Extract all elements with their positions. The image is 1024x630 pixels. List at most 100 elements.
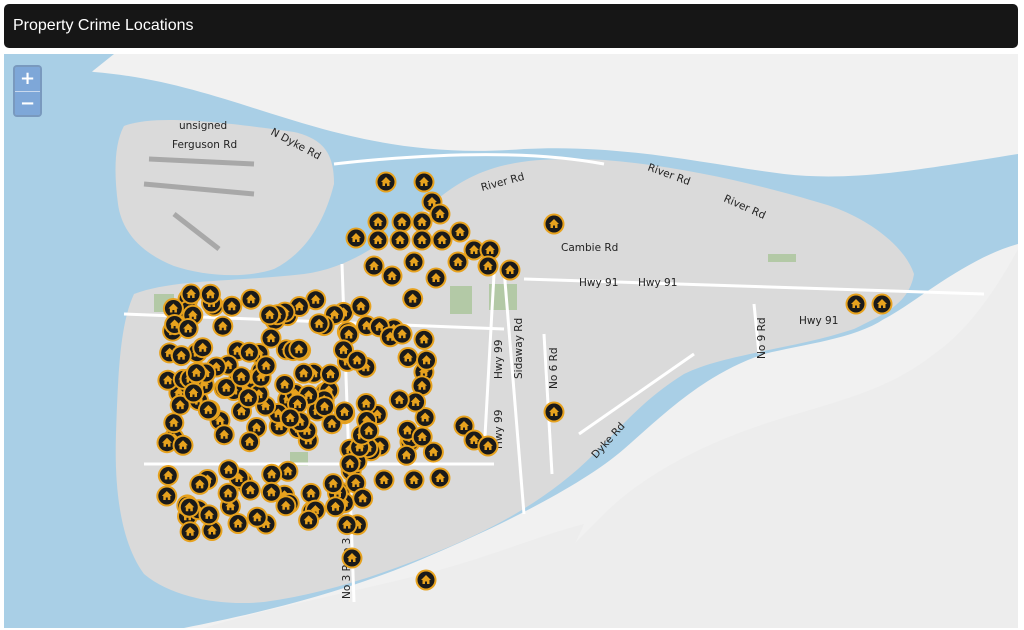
crime-marker[interactable] [429, 203, 451, 225]
crime-marker[interactable] [192, 337, 214, 359]
road-label: Cambie Rd [561, 242, 618, 254]
crime-marker[interactable] [288, 338, 310, 360]
crime-marker[interactable] [499, 259, 521, 281]
crime-marker[interactable] [320, 363, 341, 385]
crime-marker[interactable] [293, 362, 315, 384]
crime-marker[interactable] [336, 514, 358, 536]
crime-marker[interactable] [238, 341, 260, 363]
road-label: Hwy 91 [579, 277, 618, 289]
crime-marker[interactable] [180, 283, 202, 305]
crime-marker[interactable] [255, 355, 277, 377]
crime-marker[interactable] [213, 424, 235, 446]
crime-marker[interactable] [363, 255, 385, 277]
crime-marker[interactable] [221, 295, 243, 317]
road-label: Sidaway Rd [513, 318, 525, 379]
zoom-in-button[interactable]: + [15, 67, 40, 91]
crime-marker[interactable] [178, 496, 200, 518]
park [450, 286, 472, 314]
crime-marker[interactable] [411, 426, 433, 448]
crime-marker[interactable] [411, 229, 433, 251]
crime-marker[interactable] [197, 399, 219, 421]
road-label: Hwy 99 [493, 340, 505, 379]
crime-marker[interactable] [259, 304, 281, 326]
crime-marker[interactable] [325, 496, 346, 518]
crime-marker[interactable] [391, 323, 413, 345]
crime-marker[interactable] [358, 420, 380, 442]
crime-marker[interactable] [871, 293, 893, 315]
crime-marker[interactable] [425, 267, 447, 289]
crime-marker[interactable] [239, 431, 261, 453]
crime-marker[interactable] [449, 221, 471, 243]
crime-marker[interactable] [279, 407, 301, 429]
crime-marker[interactable] [345, 227, 367, 249]
road-label: Hwy 91 [638, 277, 677, 289]
crime-marker[interactable] [322, 473, 344, 495]
crime-marker[interactable] [189, 473, 211, 495]
crime-marker[interactable] [346, 349, 368, 371]
crime-marker[interactable] [403, 251, 425, 273]
crime-marker[interactable] [230, 366, 252, 388]
crime-marker[interactable] [261, 463, 283, 485]
crime-marker[interactable] [198, 504, 220, 526]
crime-marker[interactable] [341, 547, 363, 569]
crime-marker[interactable] [413, 328, 435, 350]
crime-marker[interactable] [411, 211, 433, 233]
crime-marker[interactable] [308, 313, 330, 335]
road-label: Ferguson Rd [172, 139, 237, 151]
map-canvas[interactable]: unsigned Ferguson Rd N Dyke Rd River Rd … [4, 54, 1018, 628]
crime-marker[interactable] [391, 211, 413, 233]
crime-marker[interactable] [375, 171, 397, 193]
crime-marker[interactable] [388, 389, 410, 411]
crime-marker[interactable] [183, 382, 204, 404]
crime-marker[interactable] [227, 513, 249, 534]
title-bar: Property Crime Locations [4, 4, 1018, 48]
crime-marker[interactable] [239, 479, 261, 501]
crime-marker[interactable] [543, 401, 565, 423]
crime-marker[interactable] [402, 288, 424, 310]
crime-marker[interactable] [177, 318, 199, 339]
crime-marker[interactable] [416, 349, 437, 371]
crime-marker[interactable] [477, 435, 499, 457]
crime-marker[interactable] [199, 283, 221, 305]
crime-marker[interactable] [156, 485, 178, 507]
crime-marker[interactable] [352, 487, 374, 509]
crime-marker[interactable] [185, 362, 207, 384]
crime-marker[interactable] [431, 229, 453, 251]
zoom-out-button[interactable]: − [15, 91, 40, 115]
crime-marker[interactable] [413, 171, 435, 193]
crime-marker[interactable] [246, 506, 268, 528]
crime-marker[interactable] [373, 469, 395, 491]
crime-marker[interactable] [217, 482, 239, 504]
crime-marker[interactable] [397, 347, 419, 368]
crime-marker[interactable] [415, 569, 437, 591]
crime-marker[interactable] [274, 374, 296, 395]
crime-marker[interactable] [389, 229, 411, 251]
road-label: Hwy 91 [799, 315, 838, 327]
crime-marker[interactable] [298, 509, 320, 531]
crime-marker[interactable] [240, 288, 262, 310]
crime-marker[interactable] [845, 293, 867, 315]
crime-marker[interactable] [172, 434, 194, 456]
crime-marker[interactable] [157, 465, 179, 486]
map-view[interactable]: unsigned Ferguson Rd N Dyke Rd River Rd … [4, 54, 1018, 628]
crime-marker[interactable] [237, 387, 259, 409]
crime-marker[interactable] [260, 481, 282, 503]
crime-marker[interactable] [447, 251, 469, 273]
crime-marker[interactable] [179, 521, 201, 543]
park [768, 254, 796, 262]
crime-marker[interactable] [381, 265, 403, 287]
crime-marker[interactable] [477, 255, 499, 277]
crime-marker[interactable] [396, 444, 417, 466]
crime-marker[interactable] [367, 229, 389, 251]
crime-marker[interactable] [339, 453, 361, 475]
crime-marker[interactable] [367, 211, 389, 233]
road-label: No 9 Rd [756, 317, 768, 359]
crime-marker[interactable] [212, 315, 234, 337]
crime-marker[interactable] [350, 295, 372, 317]
crime-marker[interactable] [334, 401, 355, 423]
crime-marker[interactable] [170, 345, 192, 367]
crime-marker[interactable] [429, 467, 451, 489]
crime-marker[interactable] [218, 459, 240, 481]
crime-marker[interactable] [403, 469, 425, 491]
crime-marker[interactable] [543, 213, 565, 235]
